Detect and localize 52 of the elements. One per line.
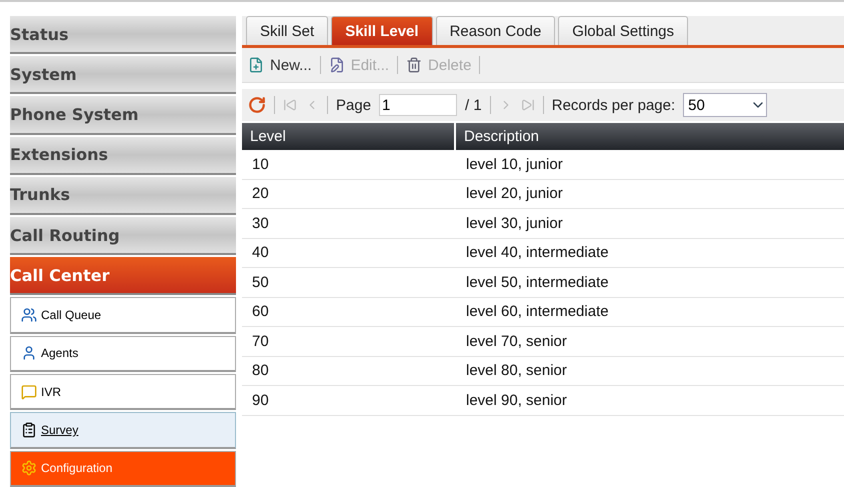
table-cell-text: level 90, senior	[465, 390, 568, 411]
tab[interactable]: Skill Set	[246, 16, 328, 45]
table-cell-text: level 40, intermediate	[465, 243, 610, 264]
table-cell-text: 60	[251, 302, 270, 322]
sidebar-item[interactable]: Survey	[10, 412, 236, 449]
gear-icon	[21, 460, 37, 476]
table-cell-text: 70	[251, 332, 270, 352]
sidebar-section[interactable]: Extensions	[10, 136, 236, 175]
first-page-icon[interactable]	[283, 98, 297, 112]
table-cell-text: level 80, senior	[465, 361, 568, 382]
chat-icon	[21, 384, 37, 400]
table-cell-text: level 60, intermediate	[465, 302, 610, 322]
sidebar-item[interactable]: Call Queue	[10, 297, 236, 334]
refresh-icon[interactable]	[248, 96, 266, 114]
table-cell-text: level 10, junior	[465, 154, 564, 175]
table-cell-text: level 20, junior	[465, 184, 564, 204]
table-cell-text: 40	[251, 243, 270, 264]
records-label: Records per page:	[552, 96, 676, 114]
table-cell-text: 20	[251, 184, 270, 204]
edit-icon	[328, 57, 345, 73]
sidebar-section[interactable]: Call Center	[10, 257, 236, 296]
column-header[interactable]: Level	[242, 123, 456, 150]
sidebar-item[interactable]: IVR	[10, 374, 236, 410]
sidebar-section[interactable]: Call Routing	[10, 216, 236, 256]
sidebar-item[interactable]: Agents	[10, 336, 236, 372]
tab[interactable]: Global Settings	[558, 16, 688, 45]
records-select[interactable]: 50	[683, 93, 768, 117]
table-cell-text: 50	[251, 272, 270, 293]
table-cell-text: 10	[251, 154, 270, 175]
table-cell-text: 90	[251, 390, 270, 411]
sidebar-section[interactable]: System	[10, 56, 236, 94]
table-cell-text: level 70, senior	[465, 332, 568, 352]
page-total: / 1	[465, 96, 482, 114]
table-cell-text: 30	[251, 214, 270, 234]
toolbar-button[interactable]: New...	[248, 56, 312, 74]
person-icon	[21, 345, 37, 362]
sidebar-section[interactable]: Phone System	[10, 96, 236, 135]
clipboard-icon	[21, 422, 37, 438]
sidebar-section[interactable]: Status	[10, 16, 236, 54]
new-icon	[248, 57, 264, 73]
page-label: Page	[336, 96, 372, 114]
queue-icon	[21, 306, 37, 323]
page-input[interactable]: 1	[379, 94, 458, 116]
last-page-icon[interactable]	[520, 98, 535, 112]
column-header[interactable]: Description	[456, 123, 844, 150]
tab[interactable]: Reason Code	[436, 16, 556, 45]
trash-icon	[406, 57, 422, 73]
table-cell-text: level 50, intermediate	[465, 272, 610, 293]
tab[interactable]: Skill Level	[331, 16, 433, 45]
sidebar-section[interactable]: Trunks	[10, 176, 236, 215]
table-cell-text: level 30, junior	[465, 214, 564, 234]
table-cell-text: 80	[251, 361, 270, 382]
